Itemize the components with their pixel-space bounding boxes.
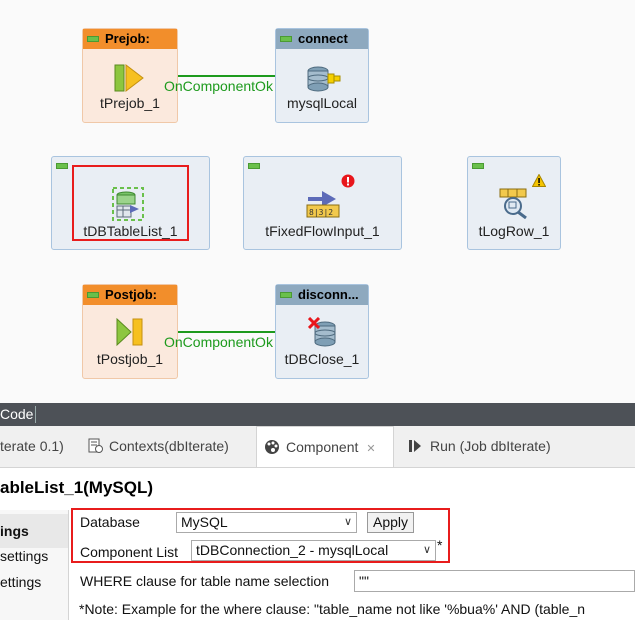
fixedflow-node[interactable]: 8|3|2 tFixedFlowInput_1 (243, 156, 402, 250)
database-close-icon (308, 317, 336, 347)
nav-dynamic-settings[interactable]: ettings (0, 574, 41, 590)
close-icon[interactable]: ✕ (366, 443, 375, 455)
selection-highlight (72, 165, 189, 241)
job-design-canvas[interactable]: Prejob: tPrejob_1 connect mysqlLocal OnC… (0, 0, 635, 403)
connect-node-header: connect (276, 29, 368, 49)
disconnect-node-title: disconn... (298, 287, 359, 302)
postjob-node-header: Postjob: (83, 285, 177, 305)
tab-run-label: Run (Job dbIterate) (430, 438, 551, 454)
tab-run[interactable]: Run (Job dbIterate) (408, 438, 551, 454)
minimize-icon[interactable] (280, 36, 292, 42)
svg-text:8|3|2: 8|3|2 (309, 208, 333, 217)
connect-node-label: mysqlLocal (286, 95, 358, 111)
connect-node[interactable]: connect mysqlLocal (275, 28, 369, 123)
nav-basic-settings[interactable]: ings (0, 514, 68, 548)
postjob-node-label: tPostjob_1 (96, 351, 164, 367)
fixedflow-node-label: tFixedFlowInput_1 (265, 223, 380, 239)
prejob-node-label: tPrejob_1 (100, 95, 160, 111)
run-icon (409, 440, 421, 452)
where-clause-input[interactable]: "" (354, 570, 635, 592)
logrow-node[interactable]: tLogRow_1 (467, 156, 561, 250)
minimize-icon[interactable] (87, 36, 99, 42)
prejob-node[interactable]: Prejob: tPrejob_1 (82, 28, 178, 123)
palette-icon (265, 440, 279, 454)
connect-node-title: connect (298, 31, 348, 46)
link-label-bottom[interactable]: OnComponentOk (164, 334, 273, 350)
where-clause-note: *Note: Example for the where clause: "ta… (79, 601, 586, 617)
logrow-node-label: tLogRow_1 (478, 223, 550, 239)
disconnect-node[interactable]: disconn... tDBClose_1 (275, 284, 369, 379)
minimize-icon[interactable] (280, 292, 292, 298)
warning-icon (532, 174, 546, 187)
postjob-node[interactable]: Postjob: tPostjob_1 (82, 284, 178, 379)
tab-contexts-label: Contexts(dbIterate) (109, 438, 229, 454)
prejob-node-header: Prejob: (83, 29, 177, 49)
minimize-icon[interactable] (248, 163, 260, 169)
code-tab[interactable]: Code (0, 406, 37, 423)
selection-highlight (71, 508, 450, 563)
tab-contexts[interactable]: Contexts(dbIterate) (88, 438, 229, 454)
link-label-top[interactable]: OnComponentOk (164, 78, 273, 94)
database-connect-icon (307, 66, 341, 92)
contexts-icon (88, 438, 103, 453)
postjob-node-title: Postjob: (105, 287, 157, 302)
nav-advanced-settings[interactable]: settings (0, 548, 48, 564)
disconnect-node-header: disconn... (276, 285, 368, 305)
log-row-icon (499, 188, 527, 219)
postjob-icon (116, 317, 143, 347)
component-title: ableList_1(MySQL) (0, 478, 154, 497)
tab-component-label: Component (286, 439, 359, 455)
where-clause-label: WHERE clause for table name selection (80, 573, 329, 589)
settings-nav: ings settings ettings (0, 510, 69, 620)
tab-job-iterate-label: terate 0.1) (0, 438, 64, 454)
code-tab-strip: Code (0, 403, 635, 426)
prejob-icon (114, 63, 144, 93)
view-tab-bar: terate 0.1) Contexts(dbIterate) Componen… (0, 426, 635, 468)
tab-component[interactable]: Component ✕ (256, 426, 394, 467)
fixed-flow-icon: 8|3|2 (306, 191, 340, 218)
prejob-node-title: Prejob: (105, 31, 150, 46)
disconnect-node-label: tDBClose_1 (284, 351, 360, 367)
tab-job-iterate[interactable]: terate 0.1) (0, 438, 64, 454)
minimize-icon[interactable] (87, 292, 99, 298)
error-icon (341, 174, 355, 188)
minimize-icon[interactable] (472, 163, 484, 169)
minimize-icon[interactable] (56, 163, 68, 169)
